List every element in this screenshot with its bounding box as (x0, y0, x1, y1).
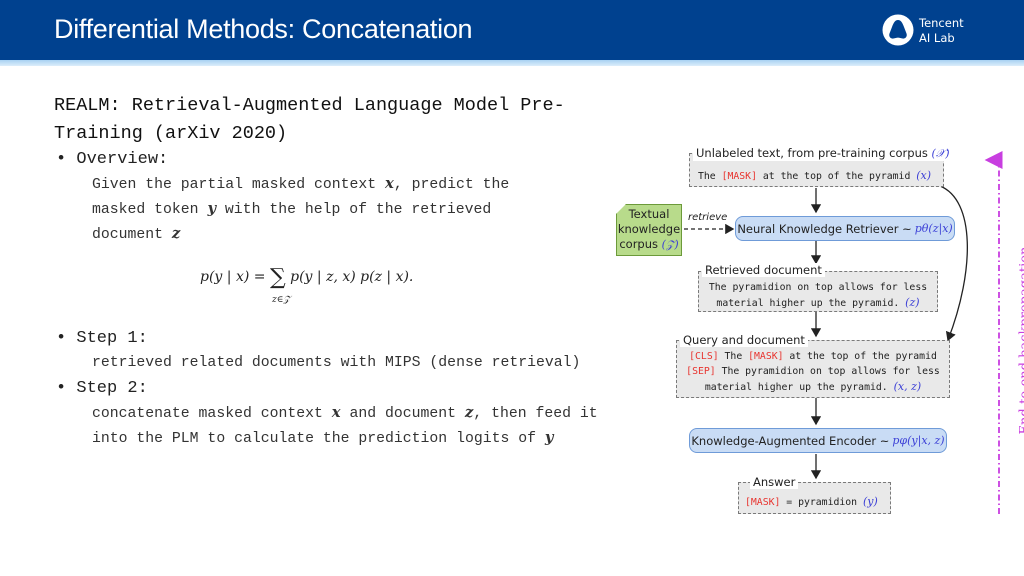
knowledge-augmented-encoder-box: Knowledge-Augmented Encoder ~ pφ(y|x, z) (689, 428, 947, 453)
query-line-2: [SEP] The pyramidion on top allows for l… (677, 364, 949, 379)
query-box-label: Query and document (680, 333, 808, 347)
answer-box-label: Answer (750, 475, 799, 489)
retrieved-box-label: Retrieved document (702, 263, 825, 277)
retrieved-text-part: material higher up the pyramid. (716, 298, 906, 309)
var-z: (z) (905, 296, 920, 309)
query-text-part: material higher up the pyramid. (704, 382, 894, 393)
mask-token: [MASK] (748, 351, 784, 362)
corpus-line-3: corpus (619, 237, 662, 251)
corpus-line-2: knowledge (617, 222, 681, 236)
input-sentence: The [MASK] at the top of the pyramid (x) (698, 168, 931, 184)
retrieved-document-box: The pyramidion on top allows for less ma… (698, 271, 938, 312)
mask-token: [MASK] (745, 497, 781, 508)
mask-token: [MASK] (721, 171, 757, 182)
input-text-part: at the top of the pyramid (756, 171, 917, 182)
var-x: (x) (916, 169, 932, 182)
query-line-3: material higher up the pyramid. (x, z) (677, 379, 949, 395)
var-xz: (x, z) (893, 380, 922, 393)
neural-knowledge-retriever-box: Neural Knowledge Retriever ~ pθ(z|x) (735, 216, 955, 241)
knowledge-corpus-box: Textual knowledge corpus (𝒵) (616, 204, 682, 256)
input-box-label: Unlabeled text, from pre-training corpus… (693, 146, 953, 161)
sep-token: [SEP] (686, 366, 716, 377)
encoder-distribution: pφ(y|x, z) (892, 434, 945, 447)
var-y: (y) (862, 495, 878, 508)
retriever-distribution: pθ(z|x) (914, 222, 953, 235)
query-and-document-box: [CLS] The [MASK] at the top of the pyram… (676, 340, 950, 398)
retrieved-line-2: material higher up the pyramid. (z) (699, 295, 937, 311)
var-calligraphic-z: (𝒵) (661, 238, 679, 251)
encoder-label: Knowledge-Augmented Encoder ~ (691, 433, 890, 448)
retrieved-line-1: The pyramidion on top allows for less (708, 282, 928, 293)
cls-token: [CLS] (689, 351, 719, 362)
query-text-part: The pyramidion on top allows for less (715, 366, 940, 377)
query-text-part: at the top of the pyramid (783, 351, 937, 362)
answer-text-part: = pyramidion (780, 497, 863, 508)
backprop-label: End-to-end backpropagation (1017, 246, 1024, 435)
input-label-text: Unlabeled text, from pre-training corpus (696, 146, 928, 160)
answer-text: [MASK] = pyramidion (y) (745, 494, 878, 510)
var-calligraphic-x: (𝒳) (931, 147, 950, 160)
retrieve-label: retrieve (688, 212, 728, 223)
query-line-1: [CLS] The [MASK] at the top of the pyram… (677, 349, 949, 364)
corpus-line-1: Textual (628, 207, 670, 221)
realm-diagram: The [MASK] at the top of the pyramid (x)… (0, 0, 1024, 576)
arrow-input-to-query-curve (939, 185, 968, 342)
retriever-label: Neural Knowledge Retriever ~ (737, 221, 912, 236)
input-text-part: The (698, 171, 722, 182)
query-text-part: The (718, 351, 749, 362)
